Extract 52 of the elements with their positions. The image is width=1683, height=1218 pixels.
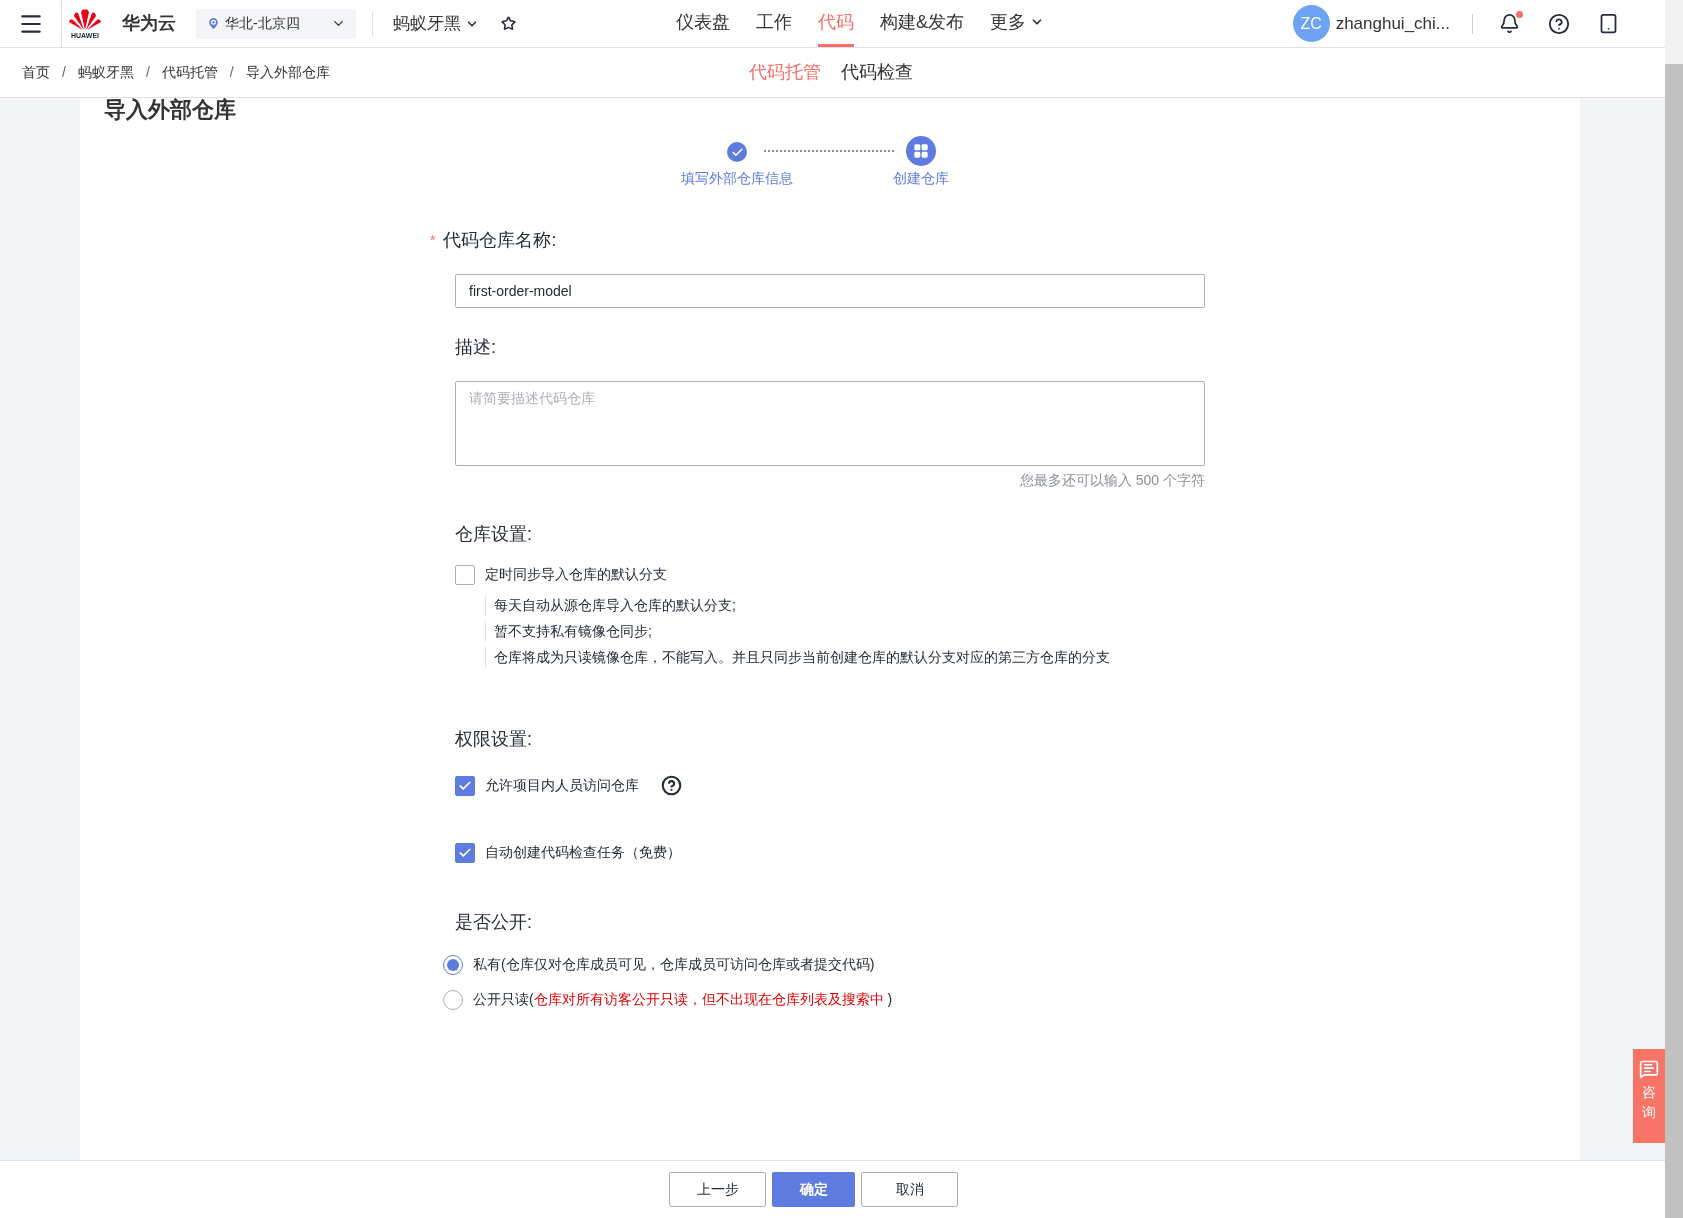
region-selector[interactable]: 华北-北京四: [196, 8, 356, 39]
flower-logo-icon: [68, 8, 102, 32]
field-label: 代码仓库名称:: [443, 229, 557, 252]
note-text: 仓库将成为只读镜像仓库，不能写入。并且只同步当前创建仓库的默认分支对应的第三方仓库的分支: [485, 647, 1213, 668]
breadcrumb-link[interactable]: 代码托管: [161, 62, 218, 83]
field-label: 描述:: [455, 336, 497, 359]
required-mark: *: [430, 231, 436, 250]
help-icon[interactable]: [661, 775, 682, 796]
tablet-icon[interactable]: [1598, 13, 1619, 34]
nav-tab[interactable]: 仪表盘: [676, 0, 730, 47]
step-done-icon: [727, 142, 747, 162]
section-label: 权限设置:: [455, 728, 533, 751]
confirm-button[interactable]: 确定: [772, 1172, 855, 1207]
note-text: 暂不支持私有镜像仓同步;: [485, 621, 1213, 642]
name-input-field[interactable]: first-order-model: [455, 274, 1205, 308]
description-input-field[interactable]: 请简要描述代码仓库: [455, 381, 1205, 466]
checkbox[interactable]: [455, 775, 475, 796]
sub-tab[interactable]: 代码检查: [841, 59, 913, 86]
checkbox[interactable]: [455, 842, 475, 863]
user-name[interactable]: zhanghui_chi...: [1335, 10, 1450, 37]
breadcrumb-separator: /: [145, 63, 150, 82]
help-icon[interactable]: [1548, 12, 1570, 35]
page-title: 导入外部仓库: [104, 98, 236, 122]
checkbox[interactable]: [455, 564, 475, 585]
nav-tab[interactable]: 更多: [990, 0, 1044, 47]
character-count-hint: 您最多还可以输入 500 个字符: [1019, 471, 1205, 490]
nav-tab[interactable]: 构建&发布: [880, 0, 964, 47]
note-text: 每天自动从源仓库导入仓库的默认分支;: [485, 595, 1213, 616]
section-label: 仓库设置:: [455, 523, 533, 546]
action-button[interactable]: 取消: [861, 1172, 958, 1207]
step-label: 填写外部仓库信息: [681, 169, 793, 188]
action-button[interactable]: 上一步: [669, 1172, 766, 1207]
location-pin-icon: [206, 16, 221, 31]
breadcrumb-separator: /: [62, 63, 66, 82]
notification-bell-icon[interactable]: [1499, 13, 1520, 34]
scrollbar[interactable]: [1665, 0, 1683, 1218]
radio-label[interactable]: 公开只读(仓库对所有访客公开只读，但不出现在仓库列表及搜索中 ): [473, 989, 893, 1010]
step-current-icon: [906, 136, 936, 166]
radio-label[interactable]: 私有(仓库仅对仓库成员可见，仓库成员可访问仓库或者提交代码): [473, 954, 875, 975]
brand-name[interactable]: 华为云: [122, 10, 176, 37]
checkbox-label[interactable]: 定时同步导入仓库的默认分支: [485, 564, 667, 585]
checkbox-label[interactable]: 允许项目内人员访问仓库: [485, 775, 639, 796]
section-label: 是否公开:: [455, 911, 533, 934]
star-icon[interactable]: [501, 16, 516, 31]
nav-tab[interactable]: 工作: [756, 0, 792, 47]
breadcrumb-link[interactable]: 首页: [22, 62, 50, 83]
breadcrumb-link[interactable]: 蚂蚁牙黑: [77, 62, 134, 83]
project-selector[interactable]: 蚂蚁牙黑: [393, 10, 479, 37]
step-label: 创建仓库: [893, 169, 949, 188]
checkbox-label[interactable]: 自动创建代码检查任务（免费）: [485, 842, 681, 863]
chat-icon: [1639, 1059, 1659, 1079]
breadcrumb-separator: /: [229, 63, 234, 82]
